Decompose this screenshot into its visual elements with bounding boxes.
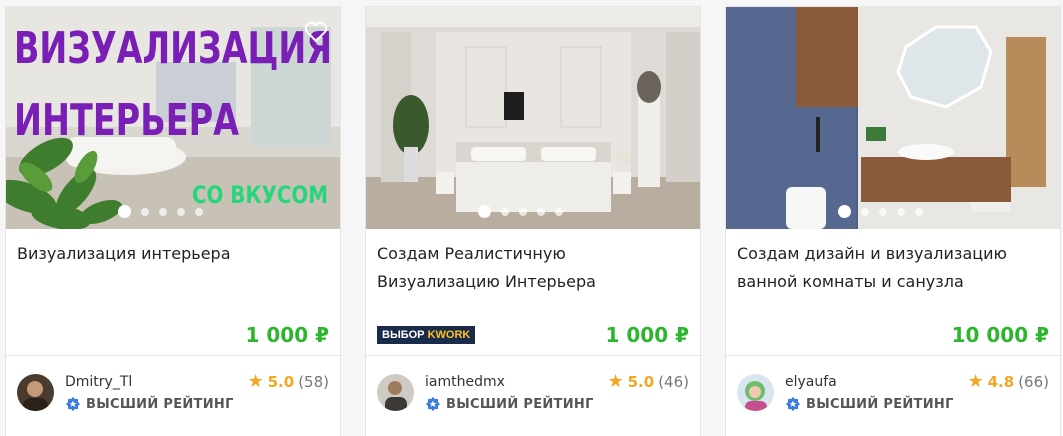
gig-image[interactable] bbox=[366, 7, 700, 229]
gig-price: 1 000 ₽ bbox=[245, 323, 329, 347]
seller-badge: ВЫСШИЙ РЕЙТИНГ bbox=[425, 396, 594, 412]
gig-card[interactable]: ВИЗУАЛИЗАЦИЯ ИНТЕРЬЕРА СО ВКУСОМ Визуали… bbox=[5, 6, 341, 436]
carousel-dot[interactable] bbox=[915, 207, 923, 216]
gig-card[interactable]: Создам Реалистичную Визуализацию Интерье… bbox=[365, 6, 701, 436]
seller-name[interactable]: Dmitry_Tl bbox=[65, 374, 132, 390]
seller-name[interactable]: elyaufa bbox=[785, 374, 837, 390]
carousel-dot[interactable] bbox=[519, 207, 527, 216]
avatar[interactable] bbox=[17, 374, 54, 411]
badge-label: ВЫСШИЙ РЕЙТИНГ bbox=[446, 396, 594, 412]
kwork-badge-part1: ВЫБОР bbox=[382, 329, 425, 341]
star-icon: ★ bbox=[247, 371, 264, 392]
review-count: (46) bbox=[658, 373, 689, 391]
image-headline-3: СО ВКУСОМ bbox=[192, 181, 328, 209]
seller-name[interactable]: iamthedmx bbox=[425, 374, 505, 390]
carousel-dot[interactable] bbox=[537, 207, 545, 216]
carousel-dot[interactable] bbox=[501, 207, 509, 216]
rating-value: 4.8 bbox=[987, 373, 1015, 391]
carousel-dots bbox=[838, 205, 923, 218]
carousel-dot[interactable] bbox=[159, 207, 167, 216]
badge-label: ВЫСШИЙ РЕЙТИНГ bbox=[806, 396, 954, 412]
review-count: (58) bbox=[298, 373, 329, 391]
top-rated-icon bbox=[426, 397, 440, 411]
bedroom-image bbox=[366, 7, 700, 229]
image-headline-1: ВИЗУАЛИЗАЦИЯ bbox=[14, 23, 332, 74]
divider bbox=[726, 355, 1060, 356]
gig-title[interactable]: Создам Реалистичную Визуализацию Интерье… bbox=[377, 240, 692, 296]
heart-icon[interactable] bbox=[304, 21, 328, 43]
carousel-dots bbox=[478, 205, 563, 218]
carousel-dot[interactable] bbox=[141, 207, 149, 216]
carousel-dot[interactable] bbox=[861, 207, 869, 216]
rating: ★ 5.0 (46) bbox=[607, 371, 689, 392]
seller-badge: ВЫСШИЙ РЕЙТИНГ bbox=[65, 396, 234, 412]
kwork-badge-part2: KWORK bbox=[427, 329, 471, 341]
rating-value: 5.0 bbox=[267, 373, 295, 391]
carousel-dot[interactable] bbox=[118, 205, 131, 218]
gig-title[interactable]: Создам дизайн и визуализацию ванной комн… bbox=[737, 240, 1052, 296]
star-icon: ★ bbox=[967, 371, 984, 392]
gig-image[interactable] bbox=[726, 7, 1060, 229]
avatar[interactable] bbox=[377, 374, 414, 411]
carousel-dot[interactable] bbox=[838, 205, 851, 218]
gig-title[interactable]: Визуализация интерьера bbox=[17, 240, 332, 268]
bathroom-image bbox=[726, 7, 1060, 229]
avatar[interactable] bbox=[737, 374, 774, 411]
star-icon: ★ bbox=[607, 371, 624, 392]
image-headline-2: ИНТЕРЬЕРА bbox=[14, 95, 239, 146]
gig-card[interactable]: Создам дизайн и визуализацию ванной комн… bbox=[725, 6, 1061, 436]
gig-image[interactable]: ВИЗУАЛИЗАЦИЯ ИНТЕРЬЕРА СО ВКУСОМ bbox=[6, 7, 340, 229]
gig-price: 1 000 ₽ bbox=[605, 323, 689, 347]
carousel-dot[interactable] bbox=[879, 207, 887, 216]
badge-label: ВЫСШИЙ РЕЙТИНГ bbox=[86, 396, 234, 412]
divider bbox=[6, 355, 340, 356]
carousel-dot[interactable] bbox=[177, 207, 185, 216]
divider bbox=[366, 355, 700, 356]
gig-price: 10 000 ₽ bbox=[951, 323, 1049, 347]
rating: ★ 4.8 (66) bbox=[967, 371, 1049, 392]
carousel-dots bbox=[118, 205, 203, 218]
rating: ★ 5.0 (58) bbox=[247, 371, 329, 392]
review-count: (66) bbox=[1018, 373, 1049, 391]
kwork-choice-badge: ВЫБОР KWORK bbox=[377, 326, 476, 344]
interior-visualization-image: ВИЗУАЛИЗАЦИЯ ИНТЕРЬЕРА СО ВКУСОМ bbox=[6, 7, 340, 229]
carousel-dot[interactable] bbox=[195, 207, 203, 216]
top-rated-icon bbox=[66, 397, 80, 411]
top-rated-icon bbox=[786, 397, 800, 411]
carousel-dot[interactable] bbox=[555, 207, 563, 216]
seller-badge: ВЫСШИЙ РЕЙТИНГ bbox=[785, 396, 954, 412]
rating-value: 5.0 bbox=[627, 373, 655, 391]
carousel-dot[interactable] bbox=[897, 207, 905, 216]
carousel-dot[interactable] bbox=[478, 205, 491, 218]
